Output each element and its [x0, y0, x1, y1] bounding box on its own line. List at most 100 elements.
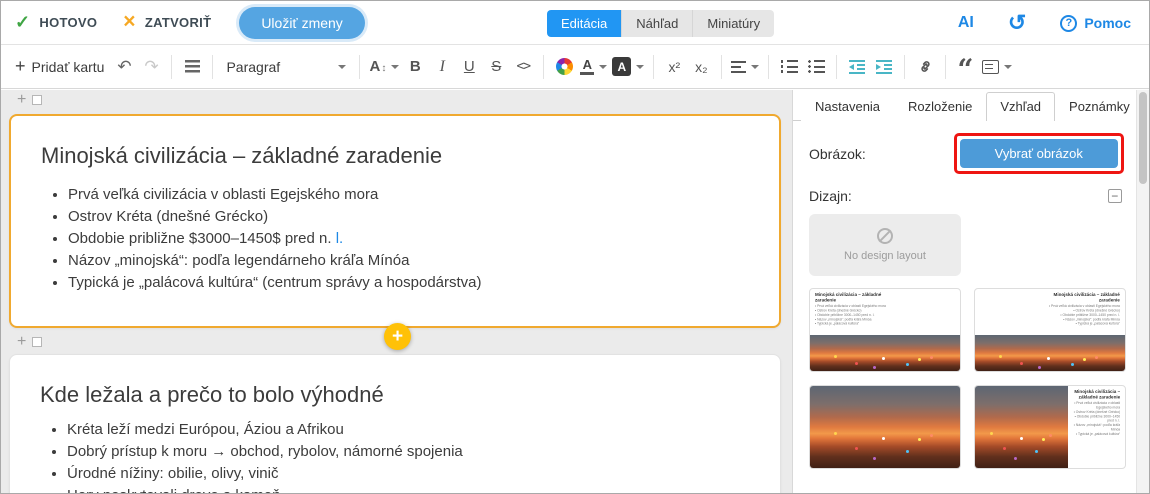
- collapse-section-icon[interactable]: [1108, 189, 1122, 203]
- check-icon: [15, 12, 30, 33]
- no-design-layout-option[interactable]: No design layout: [809, 214, 961, 276]
- scrollbar-thumb[interactable]: [1139, 92, 1147, 184]
- insert-block-dropdown[interactable]: [982, 53, 1012, 81]
- topbar-right-group: AI Pomoc: [958, 1, 1131, 45]
- thumbnail-sunset-image: [810, 335, 960, 371]
- panel-scrollbar[interactable]: [1136, 90, 1149, 493]
- color-palette-icon[interactable]: [556, 58, 573, 75]
- panel-tab-nastavenia[interactable]: Nastavenia: [801, 92, 894, 121]
- close-button[interactable]: ZATVORIŤ: [123, 15, 211, 31]
- paragraph-style-dropdown[interactable]: Paragraf: [222, 53, 350, 81]
- add-card-here-icon[interactable]: [17, 336, 26, 348]
- balloon-dot: [882, 357, 885, 360]
- help-button[interactable]: Pomoc: [1060, 15, 1131, 32]
- outdent-icon[interactable]: [849, 60, 865, 74]
- toolbar-divider: [904, 55, 905, 79]
- thumbnail-text: Minojská civilizácia – základné zaradeni…: [815, 292, 902, 335]
- panel-tab-vzhlad[interactable]: Vzhľad: [986, 92, 1055, 121]
- design-thumbnails: Minojská civilizácia – základné zaradeni…: [809, 288, 1138, 469]
- balloon-dot: [1047, 357, 1050, 360]
- highlight-color-dropdown[interactable]: [612, 53, 644, 81]
- select-image-button[interactable]: Vybrať obrázok: [960, 139, 1118, 168]
- undo-icon[interactable]: [113, 53, 135, 81]
- bold-icon[interactable]: [404, 53, 426, 81]
- top-bar: HOTOVO ZATVORIŤ Uložiť zmeny EditáciaNáh…: [1, 1, 1149, 45]
- thumbnail-title: Minojská civilizácia – základné zaradeni…: [815, 292, 902, 303]
- card-bullet-list: Kréta leží medzi Európou, Áziou a Afriko…: [40, 419, 750, 493]
- blockquote-icon[interactable]: [957, 58, 975, 76]
- cards-stack-icon[interactable]: [185, 60, 200, 73]
- indent-icon[interactable]: [876, 60, 892, 74]
- strikethrough-icon[interactable]: [485, 53, 507, 81]
- balloon-dot: [855, 362, 858, 365]
- done-button[interactable]: HOTOVO: [15, 12, 97, 33]
- add-card-fab-button[interactable]: [384, 323, 411, 350]
- balloon-dot: [873, 457, 876, 460]
- paragraph-style-value: Paragraf: [226, 59, 280, 75]
- view-tab-miniatury[interactable]: Miniatúry: [693, 10, 774, 37]
- panel-tab-rozlozenie[interactable]: Rozloženie: [894, 92, 986, 121]
- font-size-dropdown[interactable]: [369, 53, 399, 81]
- subscript-icon[interactable]: [690, 53, 712, 81]
- link-button[interactable]: [914, 53, 936, 81]
- align-dropdown[interactable]: [731, 53, 759, 81]
- align-left-icon: [731, 61, 746, 73]
- card-2[interactable]: Kde ležala a prečo to bolo výhodnéKréta …: [9, 354, 781, 493]
- thumbnail-text-scale: Minojská civilizácia – základné zaradeni…: [1033, 292, 1120, 326]
- thumbnail-bullet-line: • Názov „minojská“: podľa kráľa Mínóa: [1068, 423, 1121, 432]
- text-color-icon: A: [580, 58, 594, 75]
- image-label: Obrázok:: [809, 146, 866, 162]
- design-thumbnail-2[interactable]: Minojská civilizácia – základné zaradeni…: [974, 288, 1126, 372]
- thumbnail-sunset-image: [975, 335, 1125, 371]
- balloon-dot: [930, 356, 933, 359]
- code-icon[interactable]: [512, 53, 534, 81]
- add-card-button[interactable]: Pridať kartu: [11, 53, 108, 81]
- toolbar-divider: [721, 55, 722, 79]
- italic-icon[interactable]: [431, 53, 453, 81]
- ordered-list-icon[interactable]: [781, 60, 798, 73]
- toolbar-divider: [171, 55, 172, 79]
- thumbnail-sunset-image: [975, 386, 1068, 468]
- underline-icon[interactable]: [458, 53, 480, 81]
- toolbar-divider: [359, 55, 360, 79]
- design-thumbnail-1[interactable]: Minojská civilizácia – základné zaradeni…: [809, 288, 961, 372]
- card-1[interactable]: Minojská civilizácia – základné zaradeni…: [9, 114, 781, 328]
- thumbnail-bullet-line: • Typická je „palácová kultúra“: [815, 322, 902, 326]
- balloon-dot: [1014, 457, 1017, 460]
- ai-button[interactable]: AI: [958, 14, 974, 32]
- design-label: Dizajn:: [809, 188, 852, 204]
- superscript-icon[interactable]: [663, 53, 685, 81]
- balloon-dot: [1038, 366, 1041, 369]
- card-select-checkbox[interactable]: [32, 337, 42, 347]
- redo-icon: [140, 53, 162, 81]
- question-circle-icon: [1060, 15, 1077, 32]
- bullet-item: Prvá veľká civilizácia v oblasti Egejské…: [68, 184, 749, 206]
- design-row: Dizajn:: [809, 188, 1136, 204]
- close-x-icon: [123, 15, 136, 31]
- no-symbol-icon: [877, 228, 893, 244]
- bullet-list-icon[interactable]: [808, 60, 825, 73]
- card-bullet-list: Prvá veľká civilizácia v oblasti Egejské…: [41, 184, 749, 294]
- view-tab-editacia[interactable]: Editácia: [547, 10, 622, 37]
- font-size-icon: [369, 58, 386, 75]
- balloon-dot: [834, 355, 837, 358]
- thumbnail-title: Minojská civilizácia – základné zaradeni…: [1033, 292, 1120, 303]
- add-card-here-icon[interactable]: [17, 94, 26, 106]
- history-icon[interactable]: [1008, 10, 1026, 36]
- design-thumbnail-3[interactable]: [809, 385, 961, 469]
- view-tab-nahlad[interactable]: Náhľad: [622, 10, 693, 37]
- balloon-dot: [918, 438, 921, 441]
- panel-tab-poznamky[interactable]: Poznámky: [1055, 92, 1144, 121]
- design-thumbnail-4[interactable]: Minojská civilizácia – základné zaradeni…: [974, 385, 1126, 469]
- balloon-dot: [873, 366, 876, 369]
- card-controls-top: [17, 94, 42, 106]
- text-color-dropdown[interactable]: A: [580, 53, 607, 81]
- insert-block-icon: [982, 60, 999, 74]
- toolbar-divider: [836, 55, 837, 79]
- done-label: HOTOVO: [39, 15, 97, 30]
- card-select-checkbox[interactable]: [32, 95, 42, 105]
- balloon-dot: [855, 447, 858, 450]
- thumbnail-text: Minojská civilizácia – základné zaradeni…: [1068, 389, 1121, 466]
- panel-tabs: NastaveniaRozloženieVzhľadPoznámky: [793, 90, 1144, 121]
- save-changes-button[interactable]: Uložiť zmeny: [239, 7, 365, 39]
